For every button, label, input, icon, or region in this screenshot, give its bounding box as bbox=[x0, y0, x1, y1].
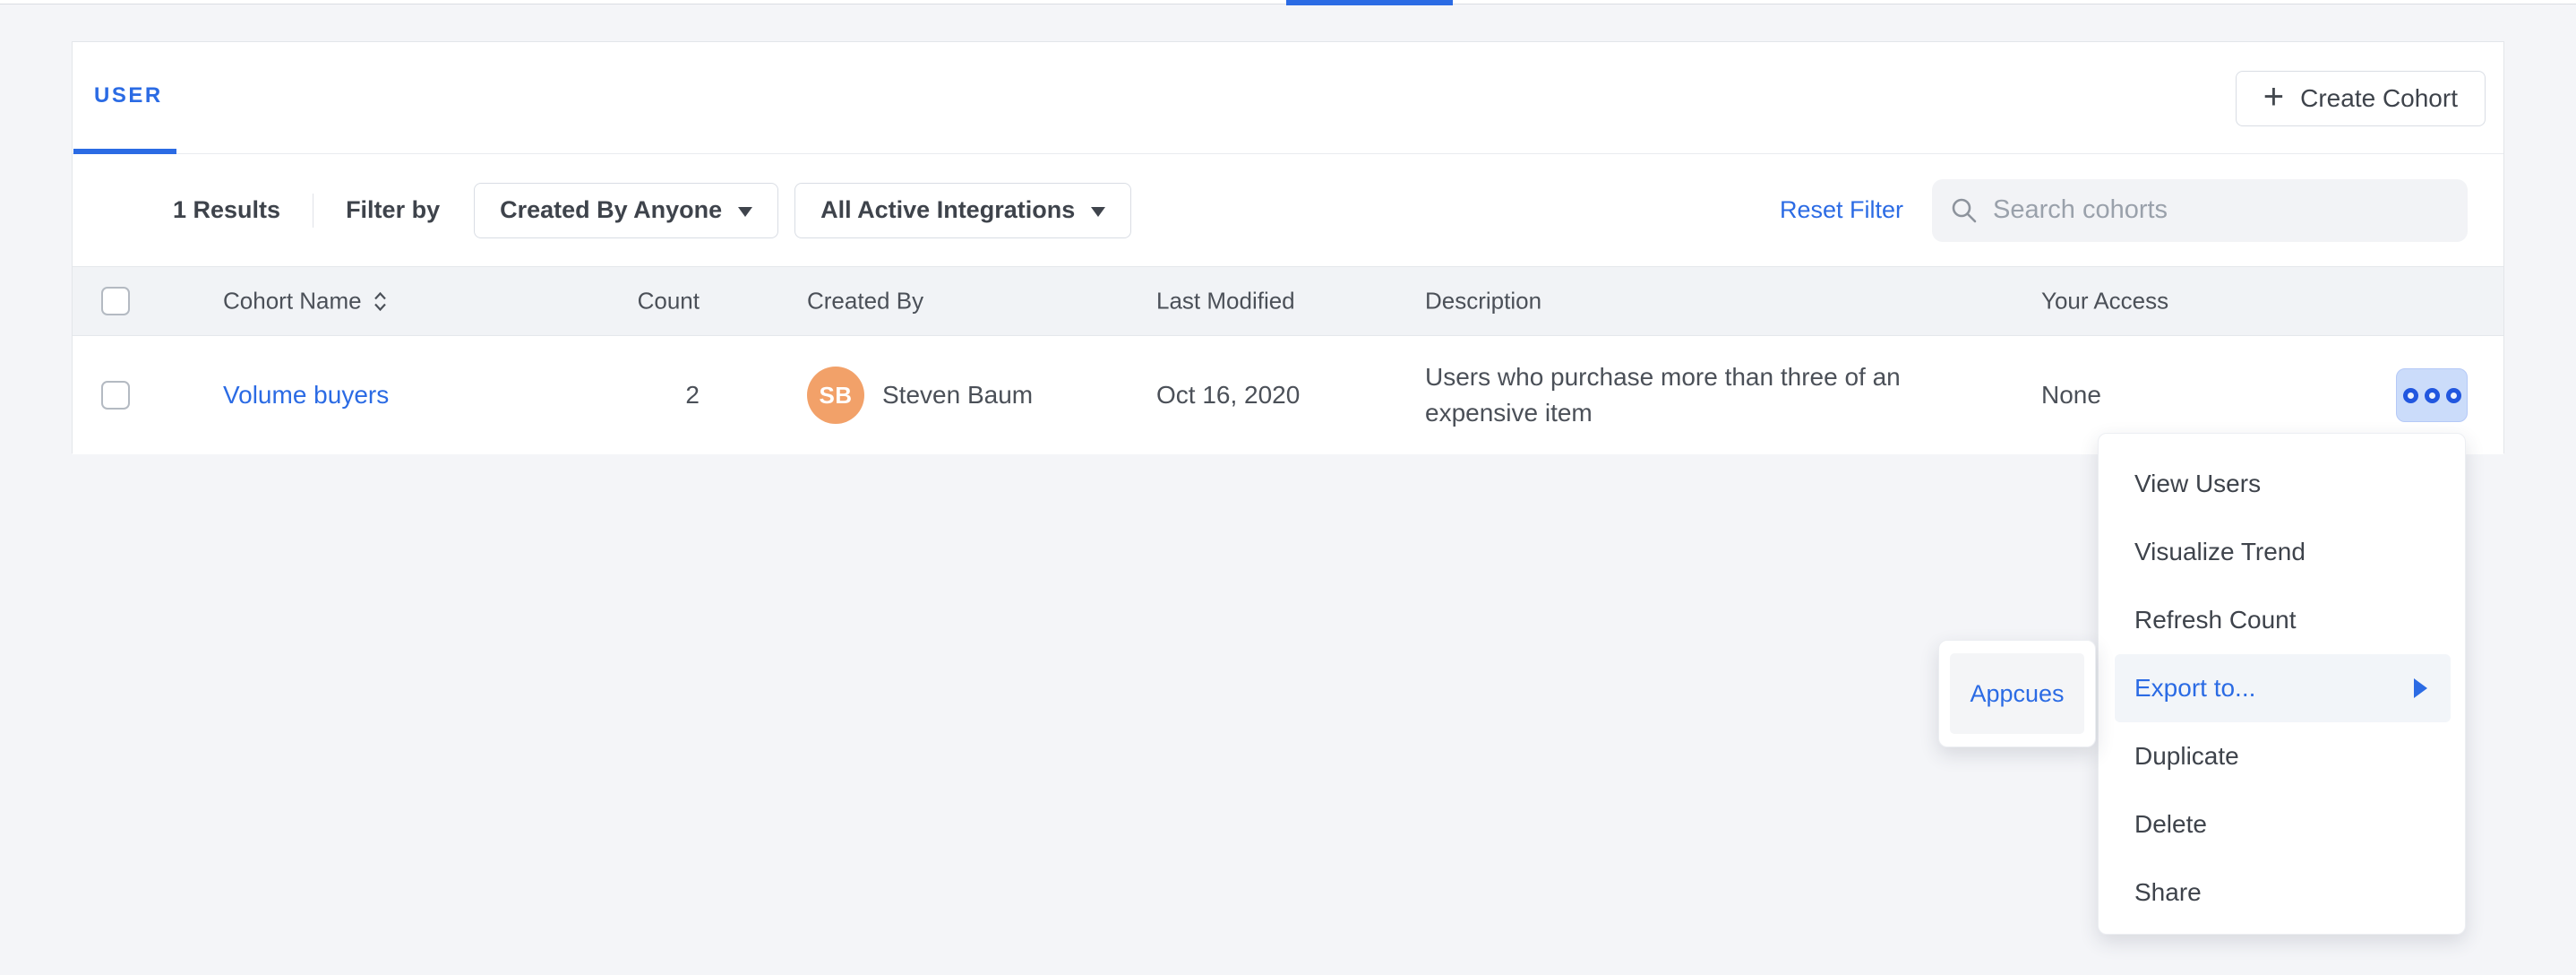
select-all-checkbox[interactable] bbox=[101, 287, 130, 315]
row-checkbox[interactable] bbox=[101, 381, 130, 410]
menu-item-visualize-trend[interactable]: Visualize Trend bbox=[2099, 518, 2465, 586]
created-by-dropdown-value: Created By Anyone bbox=[500, 196, 722, 224]
submenu-arrow-icon bbox=[2414, 678, 2427, 698]
last-modified-date: Oct 16, 2020 bbox=[1156, 381, 1300, 410]
search-cohorts-box[interactable] bbox=[1932, 179, 2468, 242]
ellipsis-icon bbox=[2446, 388, 2461, 403]
tab-bar: USER + Create Cohort bbox=[73, 42, 2503, 154]
cohorts-card: USER + Create Cohort 1 Results Filter by… bbox=[72, 41, 2504, 453]
menu-item-export-to[interactable]: Export to... bbox=[2115, 654, 2451, 722]
cohort-count: 2 bbox=[547, 381, 700, 410]
column-header-last-modified[interactable]: Last Modified bbox=[1156, 288, 1295, 315]
results-count: 1 Results bbox=[173, 196, 280, 224]
avatar: SB bbox=[807, 367, 864, 424]
menu-item-view-users[interactable]: View Users bbox=[2099, 450, 2465, 518]
filter-by-label: Filter by bbox=[346, 196, 440, 224]
active-nav-tab-underline bbox=[1286, 0, 1453, 5]
more-options-button[interactable] bbox=[2396, 368, 2468, 422]
chevron-down-icon bbox=[1091, 207, 1105, 217]
column-header-your-access[interactable]: Your Access bbox=[2041, 288, 2168, 315]
chevron-down-icon bbox=[738, 207, 752, 217]
tab-user[interactable]: USER bbox=[94, 83, 163, 108]
export-to-label: Export to... bbox=[2134, 674, 2255, 703]
row-actions-menu: View Users Visualize Trend Refresh Count… bbox=[2098, 433, 2466, 935]
cohorts-page: USER + Create Cohort 1 Results Filter by… bbox=[0, 0, 2576, 975]
column-header-created-by[interactable]: Created By bbox=[807, 288, 923, 315]
menu-item-delete[interactable]: Delete bbox=[2099, 790, 2465, 859]
table-header-row: Cohort Name Count Created By Last Modifi… bbox=[73, 266, 2503, 336]
search-cohorts-input[interactable] bbox=[1991, 194, 2450, 226]
your-access-value: None bbox=[2041, 381, 2101, 410]
column-header-count[interactable]: Count bbox=[547, 288, 700, 315]
column-header-description[interactable]: Description bbox=[1425, 288, 1541, 315]
cohort-description: Users who purchase more than three of an… bbox=[1425, 359, 1953, 431]
submenu-item-appcues[interactable]: Appcues bbox=[1950, 653, 2084, 734]
ellipsis-icon bbox=[2425, 388, 2440, 403]
ellipsis-icon bbox=[2403, 388, 2418, 403]
cohort-name-link[interactable]: Volume buyers bbox=[223, 381, 389, 410]
sort-icon bbox=[373, 289, 388, 313]
search-icon bbox=[1950, 196, 1979, 225]
menu-item-duplicate[interactable]: Duplicate bbox=[2099, 722, 2465, 790]
reset-filter-link[interactable]: Reset Filter bbox=[1780, 196, 1903, 224]
filter-bar: 1 Results Filter by Created By Anyone Al… bbox=[73, 154, 2503, 266]
menu-item-refresh-count[interactable]: Refresh Count bbox=[2099, 586, 2465, 654]
created-by-name: Steven Baum bbox=[882, 381, 1033, 410]
create-cohort-button[interactable]: + Create Cohort bbox=[2236, 71, 2486, 126]
cohort-name-header-label: Cohort Name bbox=[223, 288, 362, 315]
menu-item-share[interactable]: Share bbox=[2099, 859, 2465, 927]
create-cohort-label: Create Cohort bbox=[2300, 84, 2458, 113]
created-by-dropdown[interactable]: Created By Anyone bbox=[474, 183, 778, 238]
integrations-dropdown-value: All Active Integrations bbox=[820, 196, 1075, 224]
integrations-dropdown[interactable]: All Active Integrations bbox=[794, 183, 1131, 238]
column-header-cohort-name[interactable]: Cohort Name bbox=[223, 288, 388, 315]
export-submenu: Appcues bbox=[1938, 640, 2096, 747]
plus-icon: + bbox=[2263, 79, 2284, 115]
